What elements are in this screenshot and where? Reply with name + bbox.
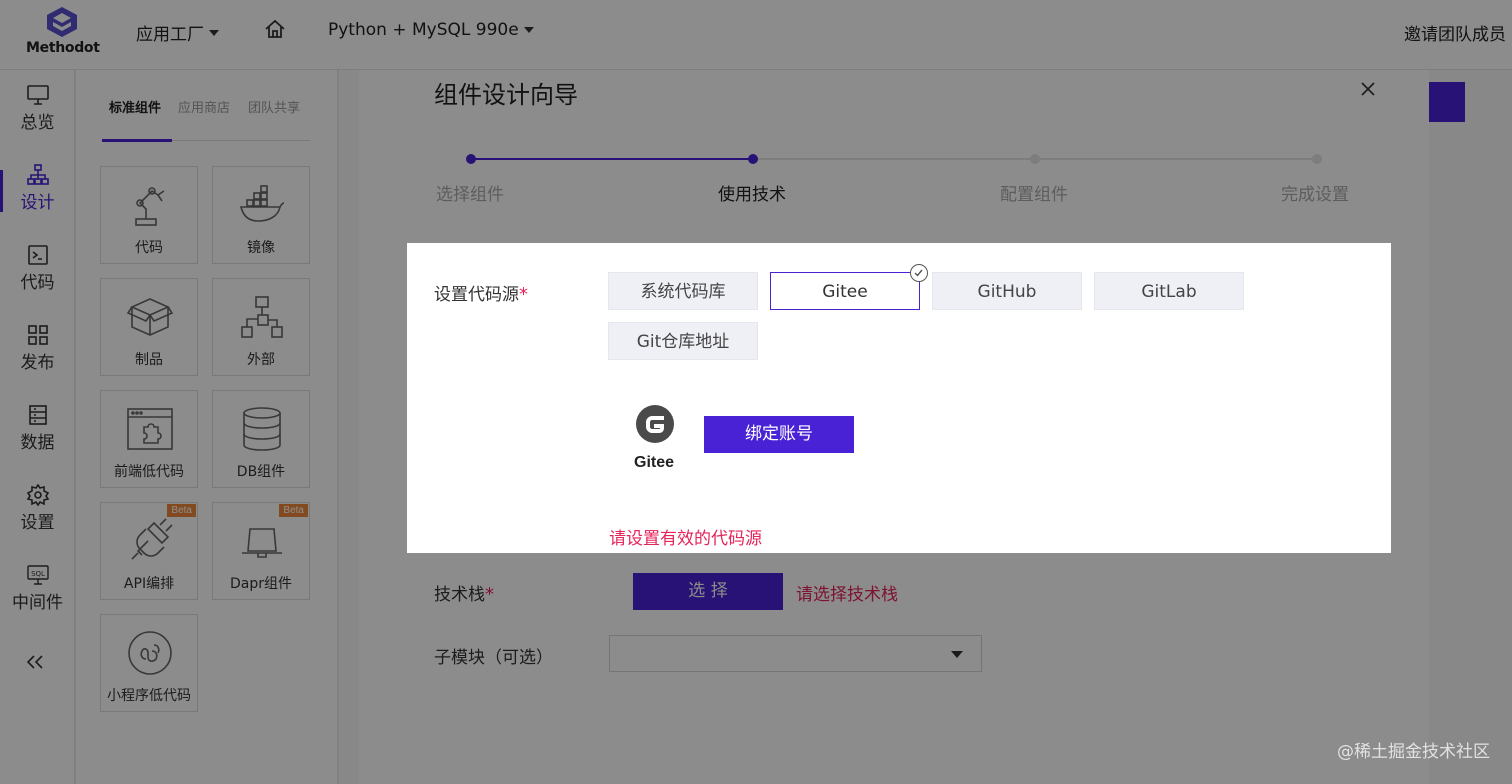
required-mark: * — [519, 284, 528, 305]
spotlight-mask-right — [1391, 243, 1429, 553]
spotlight-mask-bottom — [359, 553, 1429, 784]
code-source-label-text: 设置代码源 — [434, 285, 519, 305]
watermark-text: @稀土掘金技术社区 — [1337, 742, 1490, 762]
source-option-github[interactable]: GitHub — [932, 272, 1082, 310]
provider-name: Gitee — [634, 454, 675, 471]
code-source-label: 设置代码源* — [434, 280, 528, 305]
code-source-error: 请设置有效的代码源 — [609, 529, 762, 549]
source-option-label: Gitee — [822, 282, 868, 302]
spotlight-mask-top — [359, 70, 1429, 243]
source-option-git-url[interactable]: Git仓库地址 — [608, 322, 758, 360]
source-option-gitlab[interactable]: GitLab — [1094, 272, 1244, 310]
gitee-bind-panel: Gitee 绑定账号 — [609, 380, 1354, 515]
check-circle-icon — [910, 264, 928, 282]
source-option-gitee[interactable]: Gitee — [770, 264, 928, 310]
source-option-system-repo[interactable]: 系统代码库 — [608, 272, 758, 310]
spotlight-mask-left — [359, 243, 407, 553]
bind-account-button[interactable]: 绑定账号 — [704, 416, 854, 453]
gitee-logo-icon — [636, 405, 674, 443]
